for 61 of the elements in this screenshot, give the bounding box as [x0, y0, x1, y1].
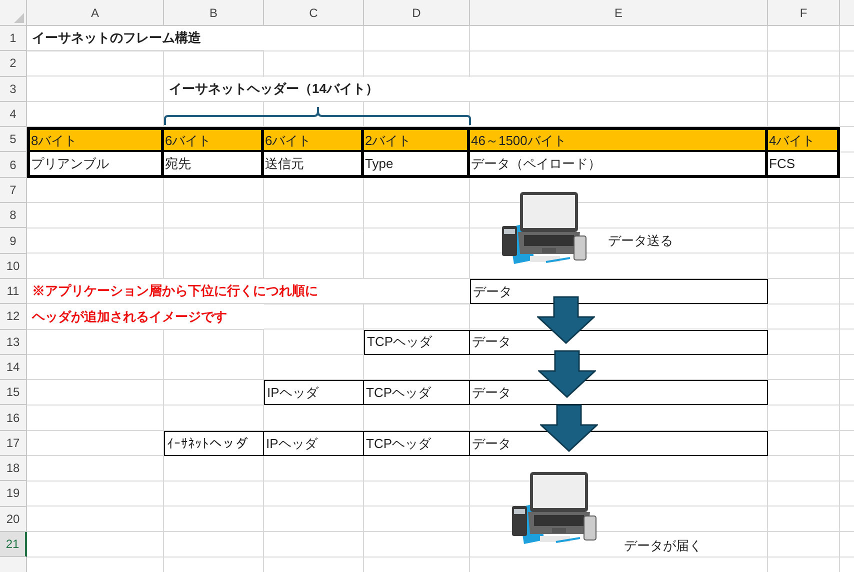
row-header[interactable]: 7 [0, 178, 27, 204]
table-cell: 宛先 [164, 152, 264, 178]
table-cell: 8バイト [27, 127, 164, 152]
table-cell: 46～1500バイト [470, 127, 768, 152]
row-header[interactable]: 2 [0, 51, 27, 77]
brace-icon [163, 106, 473, 126]
column-header[interactable]: E [470, 0, 768, 26]
header-block: TCPヘッダ [364, 430, 470, 456]
sender-label: データ送る [608, 232, 673, 250]
column-header[interactable]: A [27, 0, 164, 26]
column-header[interactable]: F [768, 0, 840, 26]
note-text: ヘッダが追加されるイメージです [32, 308, 227, 326]
row-header[interactable]: 5 [0, 127, 27, 152]
row-header[interactable]: 1 [0, 26, 27, 52]
table-cell: FCS [768, 152, 840, 178]
table-cell: 4バイト [768, 127, 840, 152]
row-header[interactable]: 12 [0, 304, 27, 330]
column-header[interactable]: D [364, 0, 470, 26]
row-header[interactable]: 16 [0, 405, 27, 431]
down-arrow-icon [540, 404, 598, 452]
header-block: IPヘッダ [264, 430, 364, 456]
table-cell: 送信元 [264, 152, 364, 178]
row-header[interactable]: 15 [0, 380, 27, 406]
row-header[interactable]: 6 [0, 152, 27, 178]
row-header[interactable]: 11 [0, 278, 27, 304]
note-text: ※アプリケーション層から下位に行くにつれ順に [32, 282, 318, 300]
column-header[interactable] [840, 0, 854, 26]
row-header[interactable]: 19 [0, 481, 27, 507]
header-block: データ [470, 278, 768, 304]
header-block: ｲｰｻﾈｯﾄヘッダ [164, 430, 264, 456]
row-header[interactable]: 4 [0, 102, 27, 128]
header-block: データ [470, 430, 768, 456]
table-cell: プリアンブル [27, 152, 164, 178]
table-cell: 6バイト [264, 127, 364, 152]
table-cell: Type [364, 152, 470, 178]
row-header[interactable]: 21 [0, 532, 27, 558]
table-cell: 2バイト [364, 127, 470, 152]
select-all-icon[interactable] [14, 13, 24, 23]
header-block: IPヘッダ [264, 380, 364, 406]
down-arrow-icon [538, 350, 596, 398]
row-header[interactable]: 14 [0, 354, 27, 380]
row-header[interactable]: 20 [0, 506, 27, 532]
table-cell: データ（ペイロード） [470, 152, 768, 178]
column-header[interactable]: C [264, 0, 364, 26]
row-header[interactable]: 13 [0, 330, 27, 355]
receiver-label: データが届く [624, 536, 702, 555]
header-block: TCPヘッダ [364, 330, 470, 355]
table-cell: 6バイト [164, 127, 264, 152]
header-block: データ [470, 380, 768, 406]
down-arrow-icon [537, 296, 595, 344]
header-block: データ [470, 330, 768, 355]
row-header[interactable]: 10 [0, 254, 27, 279]
row-header[interactable]: 3 [0, 76, 27, 102]
column-header[interactable]: B [164, 0, 264, 26]
row-header[interactable]: 18 [0, 456, 27, 482]
header-block: TCPヘッダ [364, 380, 470, 406]
row-header[interactable]: 8 [0, 203, 27, 228]
row-header[interactable]: 9 [0, 228, 27, 254]
header-label: イーサネットヘッダー（14バイト） [169, 80, 378, 98]
row-header[interactable]: 17 [0, 430, 27, 456]
sheet-title: イーサネットのフレーム構造 [32, 29, 201, 48]
